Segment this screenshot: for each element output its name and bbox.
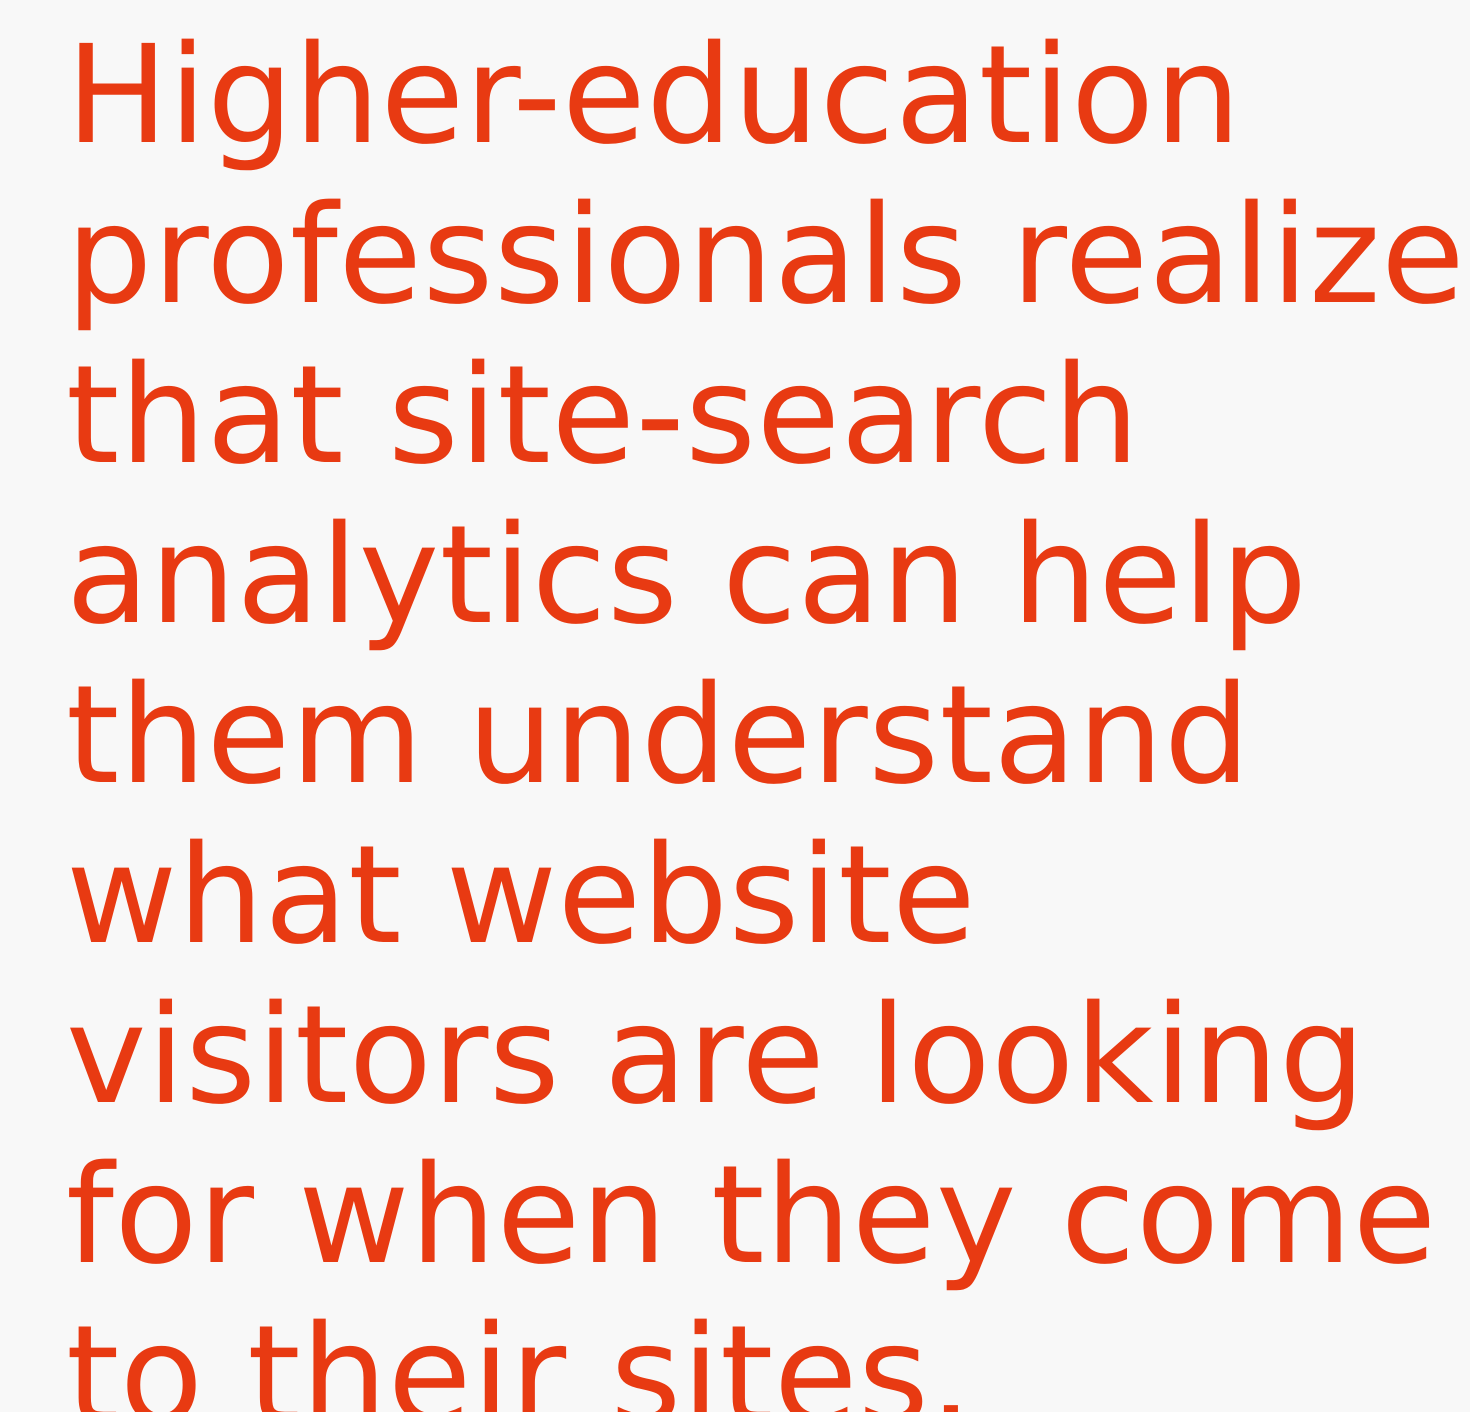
quote-line-6: what website: [66, 817, 977, 975]
pull-quote-page: Higher-education professionals realize t…: [0, 0, 1470, 1412]
quote-line-5: them understand: [66, 657, 1251, 815]
pull-quote: Higher-education professionals realize t…: [66, 16, 1466, 1412]
quote-line-9: to their sites.: [66, 1297, 974, 1412]
quote-line-2: professionals realize: [66, 177, 1466, 335]
quote-line-1: Higher-education: [66, 17, 1242, 175]
quote-line-3: that site-search: [66, 337, 1140, 495]
quote-line-8: for when they come: [66, 1137, 1437, 1295]
quote-line-4: analytics can help: [66, 497, 1308, 655]
quote-line-7: visitors are looking: [66, 977, 1366, 1135]
